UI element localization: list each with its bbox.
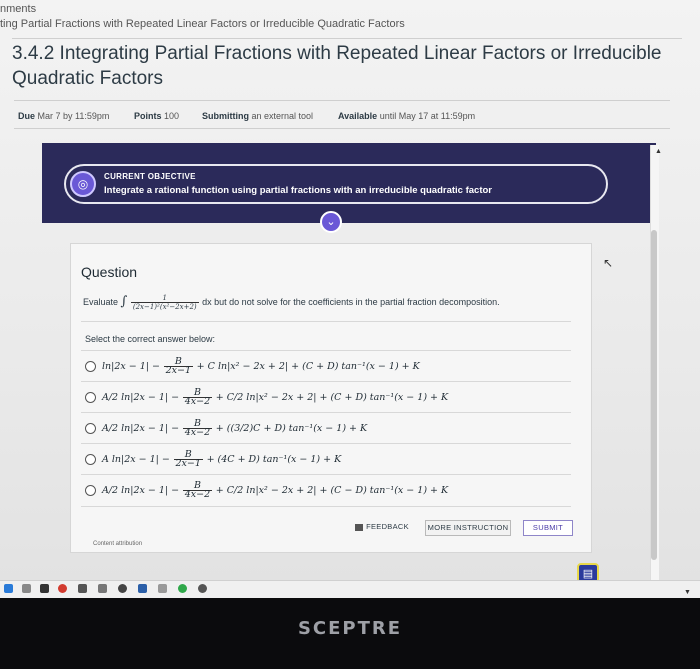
app-icon[interactable] bbox=[118, 584, 127, 593]
due-date: Due Mar 7 by 11:59pm bbox=[18, 111, 110, 121]
breadcrumb-current: ting Partial Fractions with Repeated Lin… bbox=[0, 18, 405, 30]
scrollbar-thumb[interactable] bbox=[651, 230, 657, 560]
chevron-down-icon[interactable]: ⌄ bbox=[320, 211, 342, 233]
answer-option-2[interactable]: A/2 ln|2x − 1| − B 4x−2 + C/2 ln|x² − 2x … bbox=[85, 388, 448, 406]
app-icon[interactable] bbox=[4, 584, 13, 593]
divider bbox=[81, 506, 571, 507]
radio-button[interactable] bbox=[85, 423, 96, 434]
app-icon[interactable] bbox=[78, 584, 87, 593]
submit-button[interactable]: SUBMIT bbox=[523, 520, 573, 536]
app-icon[interactable] bbox=[198, 584, 207, 593]
answer-option-5[interactable]: A/2 ln|2x − 1| − B 4x−2 + C/2 ln|x² − 2x … bbox=[85, 481, 448, 499]
points: Points 100 bbox=[134, 111, 180, 121]
available: Available until May 17 at 11:59pm bbox=[338, 111, 476, 121]
content-attribution-link[interactable]: Content attribution bbox=[93, 541, 142, 547]
more-instruction-button[interactable]: MORE INSTRUCTION bbox=[425, 520, 511, 536]
divider bbox=[14, 128, 670, 129]
select-prompt: Select the correct answer below: bbox=[85, 334, 216, 344]
divider bbox=[81, 443, 571, 444]
scroll-down-icon[interactable]: ▼ bbox=[684, 589, 691, 596]
browser-screen: nments ting Partial Fractions with Repea… bbox=[0, 0, 700, 588]
objective-text: Integrate a rational function using part… bbox=[104, 185, 492, 196]
feedback-icon bbox=[355, 523, 364, 531]
app-icon[interactable] bbox=[178, 584, 187, 593]
radio-button[interactable] bbox=[85, 454, 96, 465]
target-icon: ◎ bbox=[70, 171, 96, 197]
divider bbox=[81, 381, 571, 382]
app-icon[interactable] bbox=[58, 584, 67, 593]
app-icon[interactable] bbox=[158, 584, 167, 593]
current-objective: ◎ CURRENT OBJECTIVE Integrate a rational… bbox=[64, 164, 608, 204]
divider bbox=[81, 321, 571, 322]
question-card: Question Evaluate ∫ 1 (2x−1)²(x²−2x+2) d… bbox=[70, 243, 592, 553]
divider bbox=[14, 100, 670, 101]
answer-option-3[interactable]: A/2 ln|2x − 1| − B 4x−2 + ((3/2)C + D) ta… bbox=[85, 419, 367, 437]
radio-button[interactable] bbox=[85, 485, 96, 496]
radio-button[interactable] bbox=[85, 361, 96, 372]
divider bbox=[81, 474, 571, 475]
app-icon[interactable] bbox=[22, 584, 31, 593]
feedback-button[interactable]: FEEDBACK bbox=[353, 520, 411, 536]
integral-sign: ∫ bbox=[120, 294, 128, 309]
submitting: Submitting an external tool bbox=[202, 111, 314, 121]
question-prompt: Evaluate ∫ 1 (2x−1)²(x²−2x+2) dx but do … bbox=[83, 294, 500, 312]
answer-option-1[interactable]: ln|2x − 1| − B 2x−1 + C ln|x² − 2x + 2| +… bbox=[85, 357, 420, 375]
monitor-brand-logo: SCEPTRE bbox=[297, 618, 403, 639]
app-icon[interactable] bbox=[138, 584, 147, 593]
app-icon[interactable] bbox=[40, 584, 49, 593]
mouse-cursor-icon: ↖ bbox=[603, 256, 614, 270]
radio-button[interactable] bbox=[85, 392, 96, 403]
objective-banner: ◎ CURRENT OBJECTIVE Integrate a rational… bbox=[42, 143, 656, 223]
page-title: 3.4.2 Integrating Partial Fractions with… bbox=[12, 38, 682, 91]
app-icon[interactable] bbox=[98, 584, 107, 593]
breadcrumb-assignments[interactable]: nments bbox=[0, 3, 36, 15]
question-heading: Question bbox=[81, 264, 138, 280]
divider bbox=[81, 412, 571, 413]
integrand: 1 (2x−1)²(x²−2x+2) bbox=[130, 294, 199, 312]
scroll-up-icon[interactable]: ▲ bbox=[655, 148, 662, 155]
objective-heading: CURRENT OBJECTIVE bbox=[104, 172, 196, 181]
answer-option-4[interactable]: A ln|2x − 1| − B 2x−1 + (4C + D) tan⁻¹(x … bbox=[85, 450, 341, 468]
divider bbox=[81, 350, 571, 351]
